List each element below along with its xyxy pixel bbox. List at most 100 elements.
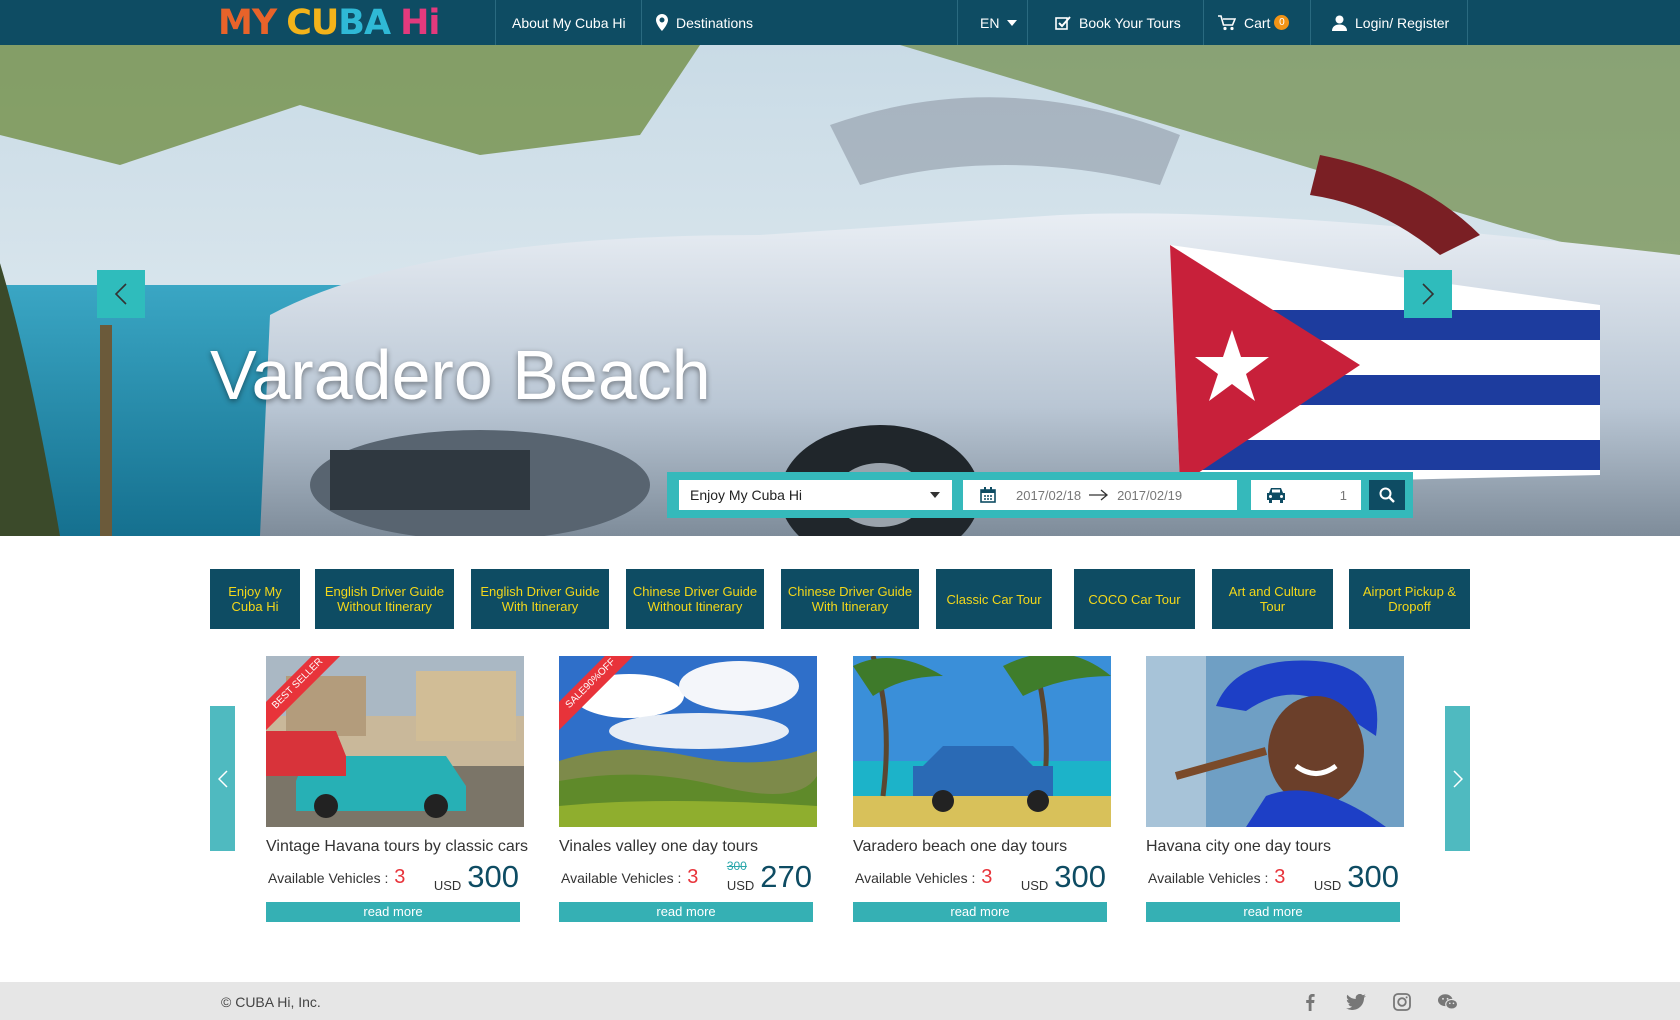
language-select[interactable]: EN bbox=[980, 0, 1018, 45]
chevron-left-icon bbox=[217, 769, 228, 788]
nav-divider bbox=[1027, 0, 1028, 45]
chevron-right-icon bbox=[1422, 283, 1435, 305]
search-icon bbox=[1379, 487, 1395, 503]
category-button[interactable]: English Driver Guide Without Itinerary bbox=[315, 569, 454, 629]
category-button[interactable]: Chinese Driver Guide Without Itinerary bbox=[626, 569, 764, 629]
nav-book-tours-label: Book Your Tours bbox=[1079, 14, 1181, 31]
language-label: EN bbox=[980, 14, 1000, 31]
nav-divider bbox=[1467, 0, 1468, 45]
price-currency: USD bbox=[1313, 878, 1342, 893]
hero-next-button[interactable] bbox=[1404, 270, 1452, 318]
tour-type-select[interactable]: Enjoy My Cuba Hi bbox=[679, 480, 952, 510]
available-vehicles-count: 3 bbox=[981, 866, 993, 888]
category-button[interactable]: English Driver Guide With Itinerary bbox=[471, 569, 609, 629]
tour-price: USD 300 bbox=[434, 859, 519, 895]
available-vehicles-count: 3 bbox=[687, 866, 699, 888]
read-more-button[interactable]: read more bbox=[853, 902, 1107, 922]
calendar-icon bbox=[980, 487, 996, 503]
tour-image[interactable]: BEST SELLER bbox=[266, 656, 524, 827]
map-pin-icon bbox=[656, 14, 668, 31]
checkbox-icon bbox=[1055, 15, 1071, 30]
instagram-icon[interactable] bbox=[1392, 992, 1412, 1012]
available-vehicles-label: Available Vehicles : bbox=[561, 870, 682, 886]
tour-image[interactable] bbox=[1146, 656, 1404, 827]
category-button[interactable]: Art and Culture Tour bbox=[1212, 569, 1333, 629]
copyright: © CUBA Hi, Inc. bbox=[221, 994, 321, 1010]
nav-divider bbox=[1310, 0, 1311, 45]
tour-search-bar: Enjoy My Cuba Hi 2017/02/18 2017/02/19 1 bbox=[667, 472, 1413, 518]
read-more-button[interactable]: read more bbox=[266, 902, 520, 922]
tour-image[interactable]: SALE90%OFF bbox=[559, 656, 817, 827]
tour-card: SALE90%OFF Vinales valley one day tours … bbox=[559, 656, 817, 924]
user-icon bbox=[1332, 15, 1347, 31]
price-currency: USD bbox=[726, 878, 755, 893]
price-amount: 300 bbox=[467, 859, 519, 894]
tour-title[interactable]: Vintage Havana tours by classic cars bbox=[266, 838, 528, 856]
vehicle-count-field[interactable]: 1 bbox=[1251, 480, 1361, 510]
date-to-value: 2017/02/19 bbox=[1117, 487, 1183, 503]
nav-about[interactable]: About My Cuba Hi bbox=[512, 0, 626, 45]
nav-divider bbox=[957, 0, 958, 45]
logo[interactable]: MY CU BA Hi bbox=[218, 2, 440, 43]
available-vehicles: Available Vehicles : 3 bbox=[855, 866, 992, 889]
caret-down-icon bbox=[930, 492, 940, 498]
price-currency: USD bbox=[1020, 878, 1049, 893]
nav-divider bbox=[495, 0, 496, 45]
available-vehicles: Available Vehicles : 3 bbox=[268, 866, 405, 889]
date-from-value: 2017/02/18 bbox=[1016, 487, 1082, 503]
tour-card: Havana city one day tours Available Vehi… bbox=[1146, 656, 1404, 924]
tour-image[interactable] bbox=[853, 656, 1111, 827]
twitter-icon[interactable] bbox=[1346, 992, 1366, 1012]
tour-type-value: Enjoy My Cuba Hi bbox=[690, 487, 803, 503]
chevron-left-icon bbox=[114, 283, 127, 305]
nav-login-label: Login/ Register bbox=[1355, 14, 1450, 31]
hero-title: Varadero Beach bbox=[210, 336, 711, 414]
nav-cart[interactable]: Cart 0 bbox=[1218, 0, 1290, 45]
cart-count-badge: 0 bbox=[1274, 15, 1290, 30]
tour-title[interactable]: Varadero beach one day tours bbox=[853, 838, 1067, 856]
read-more-button[interactable]: read more bbox=[559, 902, 813, 922]
nav-book-tours[interactable]: Book Your Tours bbox=[1055, 0, 1181, 45]
facebook-icon[interactable] bbox=[1300, 992, 1320, 1012]
category-button[interactable]: COCO Car Tour bbox=[1074, 569, 1195, 629]
nav-divider bbox=[641, 0, 642, 45]
tour-card: BEST SELLER Vintage Havana tours by clas… bbox=[266, 656, 528, 924]
wechat-icon[interactable] bbox=[1438, 992, 1458, 1012]
category-button[interactable]: Classic Car Tour bbox=[936, 569, 1052, 629]
tour-title[interactable]: Vinales valley one day tours bbox=[559, 838, 758, 856]
available-vehicles-label: Available Vehicles : bbox=[268, 870, 389, 886]
chevron-right-icon bbox=[1452, 769, 1463, 788]
old-price: 300 bbox=[726, 859, 747, 873]
tour-price: USD 300 bbox=[1314, 859, 1399, 895]
category-button[interactable]: Chinese Driver Guide With Itinerary bbox=[781, 569, 919, 629]
read-more-button[interactable]: read more bbox=[1146, 902, 1400, 922]
nav-about-label: About My Cuba Hi bbox=[512, 14, 626, 31]
available-vehicles-count: 3 bbox=[394, 866, 406, 888]
available-vehicles: Available Vehicles : 3 bbox=[1148, 866, 1285, 889]
category-button[interactable]: Enjoy My Cuba Hi bbox=[210, 569, 300, 629]
tour-price: 300 USD 270 bbox=[727, 859, 812, 895]
available-vehicles-label: Available Vehicles : bbox=[1148, 870, 1269, 886]
vehicle-count-value: 1 bbox=[1339, 488, 1347, 503]
carousel-prev-button[interactable] bbox=[210, 706, 235, 851]
arrow-right-icon bbox=[1089, 489, 1109, 501]
cart-icon bbox=[1218, 14, 1236, 30]
price-currency: USD bbox=[433, 878, 462, 893]
nav-divider bbox=[1203, 0, 1204, 45]
nav-destinations[interactable]: Destinations bbox=[656, 0, 753, 45]
hero-banner: Varadero Beach Enjoy My Cuba Hi 2017/02/… bbox=[0, 45, 1680, 536]
price-amount: 270 bbox=[760, 859, 812, 894]
category-button[interactable]: Airport Pickup & Dropoff bbox=[1349, 569, 1470, 629]
search-button[interactable] bbox=[1369, 480, 1405, 510]
available-vehicles-label: Available Vehicles : bbox=[855, 870, 976, 886]
tour-title[interactable]: Havana city one day tours bbox=[1146, 838, 1331, 856]
nav-login[interactable]: Login/ Register bbox=[1332, 0, 1449, 45]
carousel-next-button[interactable] bbox=[1445, 706, 1470, 851]
price-amount: 300 bbox=[1054, 859, 1106, 894]
tour-price: USD 300 bbox=[1021, 859, 1106, 895]
car-icon bbox=[1267, 488, 1285, 503]
caret-down-icon bbox=[1007, 19, 1018, 26]
hero-prev-button[interactable] bbox=[97, 270, 145, 318]
nav-cart-label: Cart bbox=[1244, 14, 1271, 31]
date-range-picker[interactable]: 2017/02/18 2017/02/19 bbox=[963, 480, 1237, 510]
